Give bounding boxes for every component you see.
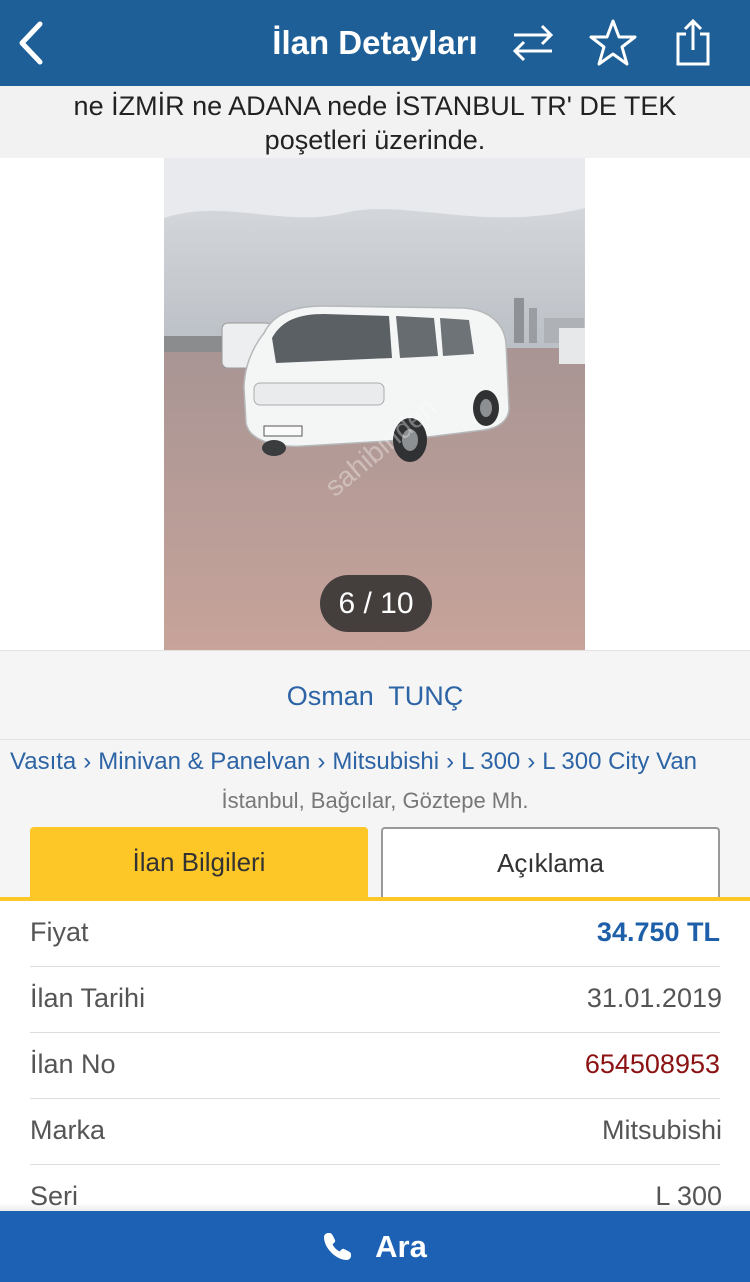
- ad-number-value: 654508953: [584, 1049, 720, 1079]
- date-value: 31.01.2019: [586, 983, 722, 1013]
- breadcrumb-item-brand[interactable]: Mitsubishi: [332, 748, 439, 775]
- breadcrumb-item-model[interactable]: L 300 City Van: [542, 748, 697, 775]
- breadcrumb: Vasıta › Minivan & Panelvan › Mitsubishi › L 3…: [10, 748, 750, 776]
- call-button[interactable]: Ara: [0, 1211, 750, 1282]
- price-value: 34.750 TL: [596, 917, 720, 947]
- tab-description[interactable]: Açıklama: [381, 827, 720, 897]
- photo-counter: 6 / 10: [320, 575, 432, 632]
- tab-ad-info[interactable]: İlan Bilgileri: [30, 827, 368, 897]
- photo-gallery[interactable]: sahibinden 6 / 10: [0, 158, 750, 650]
- headline-line-2: poşetleri üzerinde.: [264, 125, 486, 155]
- detail-row-date: İlan Tarihi 31.01.2019: [30, 967, 722, 1033]
- breadcrumb-item-vasita[interactable]: Vasıta: [10, 748, 76, 775]
- seller-name-link[interactable]: Osman TUNÇ: [0, 650, 750, 740]
- detail-label: İlan Tarihi: [30, 983, 146, 1013]
- detail-label: Marka: [30, 1115, 106, 1145]
- phone-icon: [324, 1232, 352, 1260]
- breadcrumb-item-minivan[interactable]: Minivan & Panelvan: [98, 748, 310, 775]
- detail-row-brand: Marka Mitsubishi: [30, 1099, 722, 1165]
- navbar: İlan Detayları: [0, 0, 750, 86]
- breadcrumb-separator: ›: [317, 748, 326, 775]
- location-text: İstanbul, Bağcılar, Göztepe Mh.: [221, 788, 529, 813]
- share-icon[interactable]: [668, 18, 718, 68]
- brand-value: Mitsubishi: [601, 1115, 722, 1145]
- breadcrumb-item-series[interactable]: L 300: [461, 748, 520, 775]
- detail-row-ad-number: İlan No 654508953: [30, 1033, 720, 1099]
- breadcrumb-separator: ›: [446, 748, 455, 775]
- callbar-shadow: [0, 1203, 750, 1211]
- ad-details-list: Fiyat 34.750 TL İlan Tarihi 31.01.2019 İ…: [0, 901, 750, 1211]
- detail-label: İlan No: [30, 1049, 116, 1079]
- detail-label: Fiyat: [30, 917, 89, 947]
- compare-arrows-icon[interactable]: [508, 18, 558, 68]
- star-icon[interactable]: [588, 18, 638, 68]
- call-button-content: Ara: [0, 1211, 750, 1282]
- ad-headline: ne İZMİR ne ADANA nede İSTANBUL TR' DE T…: [0, 86, 750, 158]
- breadcrumb-separator: ›: [83, 748, 92, 775]
- call-label: Ara: [375, 1229, 427, 1264]
- headline-line-1: ne İZMİR ne ADANA nede İSTANBUL TR' DE T…: [73, 91, 677, 121]
- detail-row-price: Fiyat 34.750 TL: [30, 901, 720, 967]
- breadcrumb-separator: ›: [527, 748, 536, 775]
